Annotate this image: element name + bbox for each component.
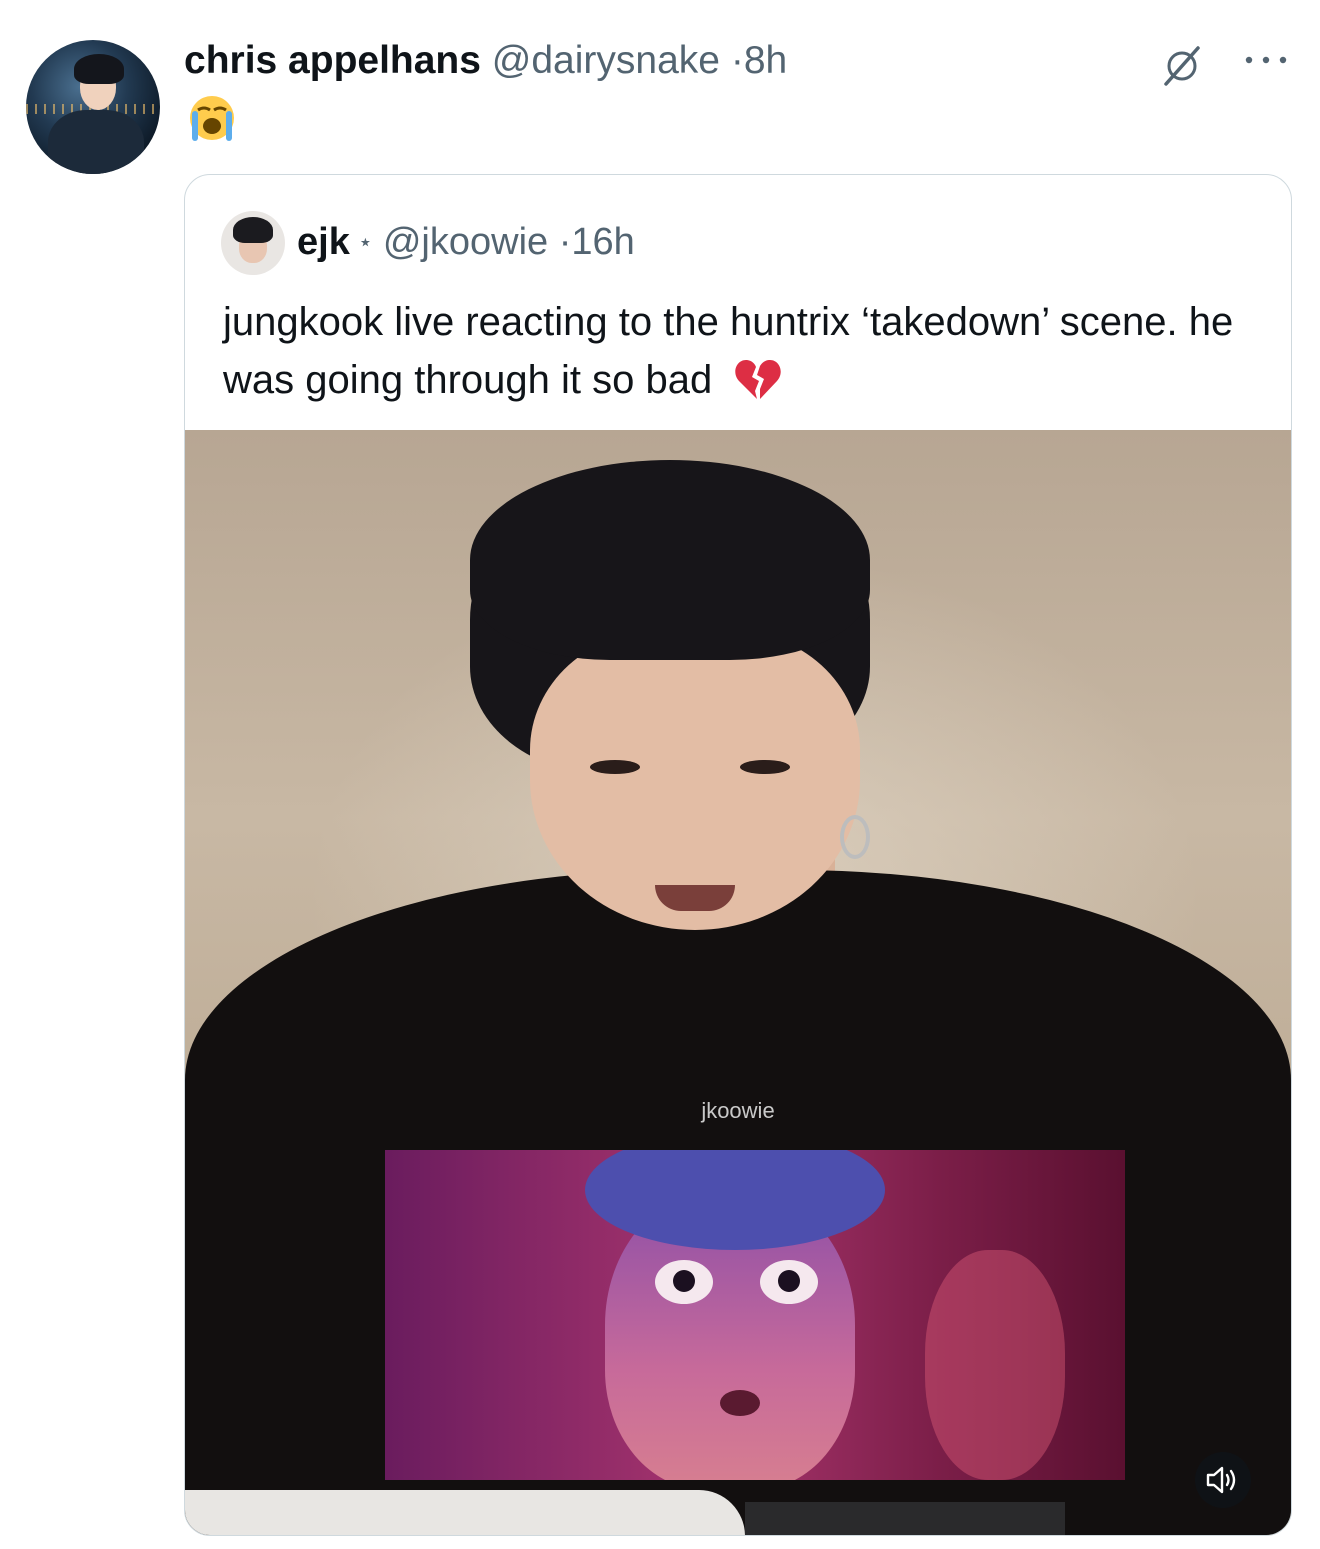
person-right-eye [740,760,790,774]
quoted-author-handle[interactable]: @jkoowie [383,221,548,263]
laptop-edge [185,1490,745,1535]
person-fringe [470,460,870,660]
grok-icon[interactable] [1158,42,1206,90]
quoted-author-avatar[interactable] [221,211,285,275]
quoted-avatar-hair [233,217,273,243]
background-character [925,1250,1065,1480]
speaker-icon [1206,1466,1236,1494]
tweet-timestamp[interactable]: 8h [744,39,787,82]
tweet-header: chris appelhans @dairysnake ·8h [184,38,787,84]
author-handle[interactable]: @dairysnake [492,39,720,82]
separator-dot: · [730,39,744,82]
quoted-author-display-name[interactable]: ejk [297,221,350,263]
animated-character-hair [585,1150,885,1250]
avatar-hair [74,54,124,84]
quoted-tweet-header: ejk ⋆ @jkoowie ·16h [297,219,635,266]
animated-scene-inset [385,1150,1125,1480]
broken-heart-icon [733,357,783,401]
star-badge: ⋆ [357,229,373,256]
volume-button[interactable] [1195,1452,1251,1508]
quoted-tweet-text: jungkook live reacting to the huntrix ‘t… [223,293,1263,409]
separator-dot: · [558,221,572,263]
person-left-eye [590,760,640,774]
quoted-tweet-timestamp[interactable]: 16h [571,221,634,263]
author-avatar[interactable] [26,40,160,174]
loudly-crying-face-icon [186,92,242,142]
tweet[interactable]: chris appelhans @dairysnake ·8h ejk ⋆ @j… [0,0,1320,1549]
more-icon[interactable] [1240,50,1292,70]
animated-character-left-eye [655,1260,713,1304]
earring [840,815,870,859]
animated-character-right-eye [760,1260,818,1304]
device-edge [745,1502,1065,1535]
video-watermark: jkoowie [701,1098,775,1123]
author-display-name[interactable]: chris appelhans [184,39,481,82]
video-player[interactable]: jkoowie [185,430,1291,1535]
quoted-tweet-body: jungkook live reacting to the huntrix ‘t… [223,300,1234,402]
animated-character-mouth [720,1390,760,1416]
quoted-tweet-card[interactable]: ejk ⋆ @jkoowie ·16h jungkook live reacting… [184,174,1292,1536]
avatar-hoodie [48,110,144,174]
